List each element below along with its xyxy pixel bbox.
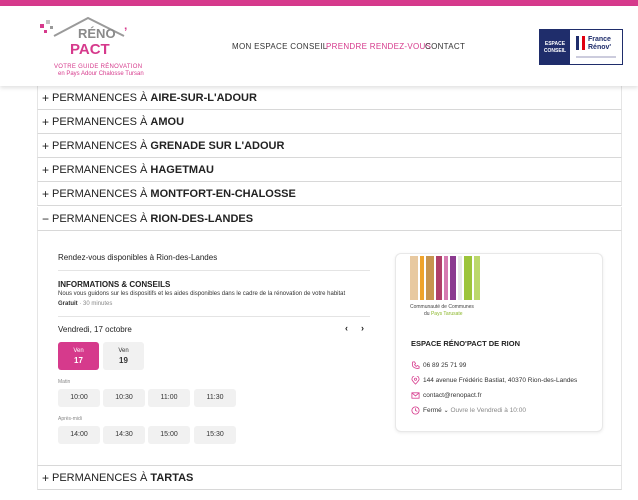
svg-text:PACT: PACT <box>70 41 110 58</box>
divider <box>58 316 370 317</box>
accordion-grenade-sur-l-adour[interactable]: + PERMANENCES À GRENADE SUR L'ADOUR <box>37 134 622 158</box>
collapse-icon: − <box>42 212 50 226</box>
expand-icon: + <box>42 139 50 153</box>
accordion-label: PERMANENCES À AIRE-SUR-L'ADOUR <box>52 92 257 104</box>
time-slot[interactable]: 15:00 <box>148 426 190 444</box>
accordion-label: PERMANENCES À HAGETMAU <box>52 164 214 176</box>
morning-label: Matin <box>58 379 71 385</box>
office-name: ESPACE RÉNO'PACT DE RION <box>411 339 521 348</box>
renopact-logo[interactable]: RÉNO PACT ’ VOTRE GUIDE RÉNOVATION en Pa… <box>40 14 150 78</box>
afternoon-label: Après-midi <box>58 416 82 422</box>
time-slot[interactable]: 10:30 <box>103 389 145 407</box>
nav-prendre-rendez-vous[interactable]: PRENDRE RENDEZ-VOUS <box>326 42 431 51</box>
service-heading: INFORMATIONS & CONSEILS <box>58 280 171 289</box>
accordion-label: PERMANENCES À GRENADE SUR L'ADOUR <box>52 140 285 152</box>
nav-mon-espace-conseil[interactable]: MON ESPACE CONSEIL <box>232 42 328 51</box>
next-week-icon[interactable]: › <box>361 323 364 333</box>
accordion-label: PERMANENCES À MONTFORT-EN-CHALOSSE <box>52 188 296 200</box>
accordion-label: PERMANENCES À RION-DES-LANDES <box>52 213 254 225</box>
espace-conseil-label: ESPACE CONSEIL <box>540 30 570 64</box>
time-slot[interactable]: 11:30 <box>194 389 236 407</box>
france-label: France <box>588 36 611 43</box>
logo-tagline: VOTRE GUIDE RÉNOVATION <box>54 64 143 70</box>
location-pin-icon <box>411 376 420 385</box>
accordion-label: PERMANENCES À TARTAS <box>52 472 194 484</box>
time-slot[interactable]: 14:30 <box>103 426 145 444</box>
accordion-montfort-en-chalosse[interactable]: + PERMANENCES À MONTFORT-EN-CHALOSSE <box>37 182 622 206</box>
accordion-rion-des-landes[interactable]: − PERMANENCES À RION-DES-LANDES <box>37 207 622 231</box>
time-slot[interactable]: 10:00 <box>58 389 100 407</box>
office-address: 144 avenue Frédéric Bastiat, 40370 Rion-… <box>411 376 577 385</box>
renov-label: Rénov' <box>588 44 612 51</box>
time-slot[interactable]: 11:00 <box>148 389 190 407</box>
france-renov-badge[interactable]: ESPACE CONSEIL France Rénov' <box>539 29 623 65</box>
clock-icon <box>411 406 420 415</box>
time-slot[interactable]: 15:30 <box>194 426 236 444</box>
booking-title: Rendez-vous disponibles à Rion-des-Lande… <box>58 253 218 262</box>
opening-info: Ouvre le Vendredi à 10:00 <box>450 407 526 415</box>
marianne-icon <box>576 36 585 50</box>
day-button[interactable]: Ven 19 <box>103 342 144 370</box>
accordion-hagetmau[interactable]: + PERMANENCES À HAGETMAU <box>37 158 622 182</box>
chevron-down-icon: ⌄ <box>443 408 449 415</box>
svg-text:RÉNO: RÉNO <box>78 26 116 41</box>
nav-contact[interactable]: CONTACT <box>425 42 465 51</box>
cc-logo-line1: Communauté de Communes <box>410 304 474 310</box>
expand-icon: + <box>42 471 50 485</box>
expand-icon: + <box>42 115 50 129</box>
office-phone[interactable]: 06 89 25 71 99 <box>411 361 466 370</box>
cc-logo-line2: du Pays Tarusate <box>424 311 463 317</box>
office-email[interactable]: contact@renopact.fr <box>411 391 482 400</box>
expand-icon: + <box>42 187 50 201</box>
expand-icon: + <box>42 91 50 105</box>
site-header: RÉNO PACT ’ VOTRE GUIDE RÉNOVATION en Pa… <box>0 6 638 86</box>
day-button-selected[interactable]: Ven 17 <box>58 342 99 370</box>
badge-divider <box>576 56 616 58</box>
office-hours[interactable]: Fermé ⌄ Ouvre le Vendredi à 10:00 <box>411 406 526 415</box>
time-slot[interactable]: 14:00 <box>58 426 100 444</box>
logo-subtagline: en Pays Adour Chalosse Tursan <box>58 71 144 77</box>
accordion-tartas[interactable]: + PERMANENCES À TARTAS <box>37 466 622 490</box>
status-label: Fermé <box>423 407 442 415</box>
envelope-icon <box>411 392 420 399</box>
accordion-amou[interactable]: + PERMANENCES À AMOU <box>37 110 622 134</box>
divider <box>58 270 370 271</box>
expand-icon: + <box>42 163 50 177</box>
accordion-label: PERMANENCES À AMOU <box>52 116 185 128</box>
accordion-aire-sur-l-adour[interactable]: + PERMANENCES À AIRE-SUR-L'ADOUR <box>37 86 622 110</box>
prev-week-icon[interactable]: ‹ <box>345 323 348 333</box>
house-logo-icon: RÉNO PACT ’ <box>40 16 127 58</box>
phone-icon <box>411 361 420 369</box>
service-price: Gratuit · 30 minutes <box>58 301 113 307</box>
svg-text:’: ’ <box>124 25 127 39</box>
service-description: Nous vous guidons sur les dispositifs et… <box>58 291 346 297</box>
selected-date: Vendredi, 17 octobre <box>58 325 132 334</box>
